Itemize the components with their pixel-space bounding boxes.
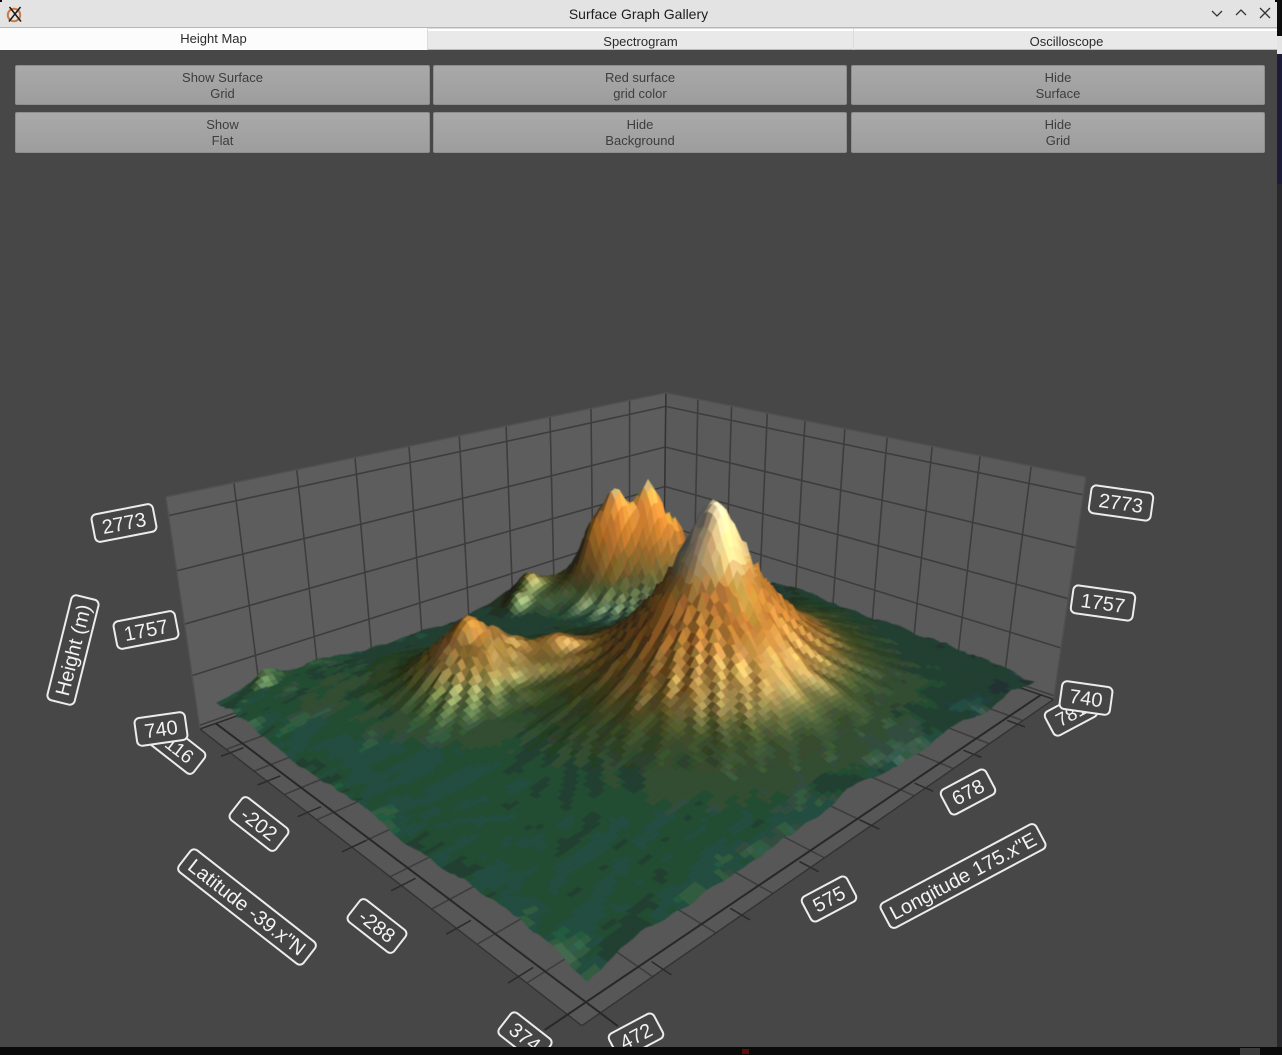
svg-text:740: 740 [1068, 686, 1104, 712]
svg-text:740: 740 [143, 717, 179, 743]
